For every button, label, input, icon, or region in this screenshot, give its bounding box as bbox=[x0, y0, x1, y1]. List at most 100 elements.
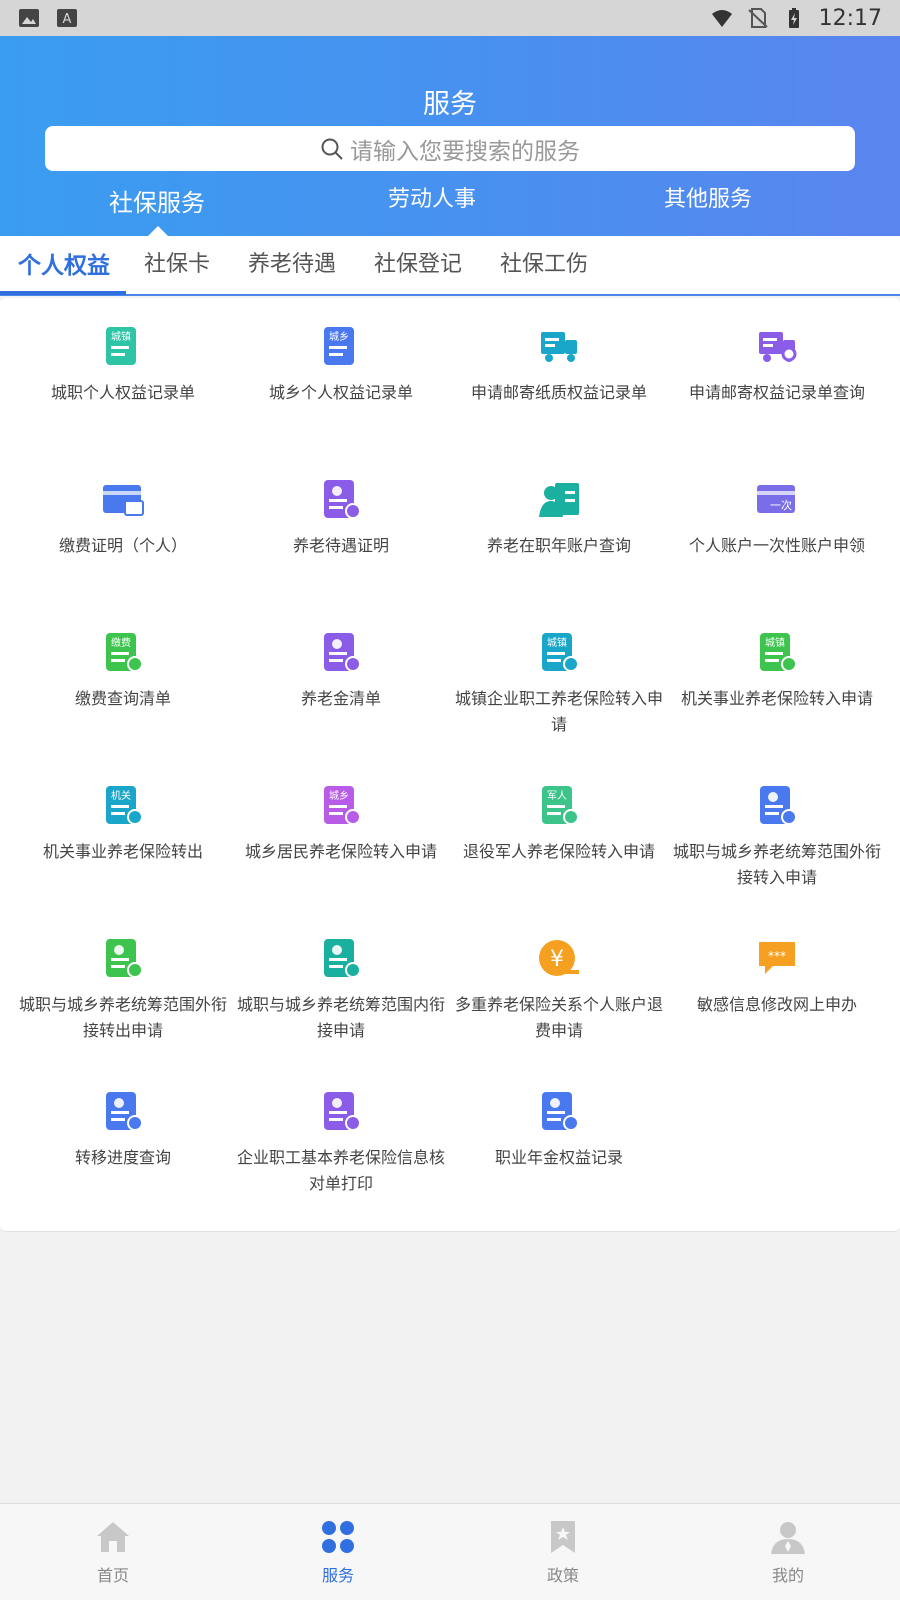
subtab-active-underline bbox=[0, 291, 126, 295]
doc-icon: 城镇 bbox=[106, 327, 136, 365]
service-label: 申请邮寄纸质权益记录单 bbox=[470, 383, 647, 402]
clock-doc-icon bbox=[106, 1092, 143, 1131]
no-sim-icon bbox=[747, 8, 768, 28]
service-item[interactable]: 城职与城乡养老统筹范围内衔接申请 bbox=[232, 920, 450, 1073]
nav-policy-label: 政策 bbox=[546, 1566, 579, 1585]
nav-home[interactable]: 首页 bbox=[53, 1518, 173, 1586]
nav-services-label: 服务 bbox=[321, 1566, 354, 1585]
service-label: 多重养老保险关系个人账户退费申请 bbox=[454, 995, 663, 1040]
image-icon bbox=[19, 9, 39, 27]
nav-home-label: 首页 bbox=[96, 1566, 129, 1585]
service-label: 城乡居民养老保险转入申请 bbox=[244, 842, 437, 861]
subtab-personal-rights[interactable]: 个人权益 bbox=[18, 246, 110, 280]
svg-text:城镇: 城镇 bbox=[547, 636, 567, 649]
truck-icon bbox=[541, 332, 577, 362]
service-item[interactable]: 缴费证明（个人） bbox=[14, 461, 232, 614]
svg-text:一次: 一次 bbox=[770, 498, 792, 512]
edit-doc-icon bbox=[324, 939, 361, 978]
search-icon bbox=[321, 138, 343, 160]
service-label: 城镇企业职工养老保险转入申请 bbox=[454, 689, 663, 734]
service-label: 城乡个人权益记录单 bbox=[268, 383, 413, 402]
truck-search-icon bbox=[759, 332, 797, 362]
search-doc-icon bbox=[542, 1092, 579, 1131]
bottom-nav: 首页 服务 政策 我的 bbox=[0, 1503, 900, 1600]
status-bar: A 12:17 bbox=[0, 0, 900, 36]
service-label: 敏感信息修改网上申办 bbox=[696, 995, 857, 1014]
nav-profile-label: 我的 bbox=[771, 1566, 804, 1585]
service-label: 城职与城乡养老统筹范围外衔接转出申请 bbox=[18, 995, 227, 1040]
svg-text:军人: 军人 bbox=[547, 790, 567, 802]
service-item[interactable]: 城职与城乡养老统筹范围外衔接转出申请 bbox=[14, 920, 232, 1073]
svg-text:***: *** bbox=[768, 949, 786, 963]
service-item[interactable]: 职业年金权益记录 bbox=[450, 1073, 668, 1226]
pension-print-icon bbox=[324, 480, 361, 519]
font-icon: A bbox=[57, 9, 77, 27]
doc-icon: 城乡 bbox=[324, 327, 354, 365]
service-label: 缴费证明（个人） bbox=[58, 536, 187, 555]
service-item[interactable]: ¥ 多重养老保险关系个人账户退费申请 bbox=[450, 920, 668, 1073]
service-item[interactable]: 缴费 缴费查询清单 bbox=[14, 614, 232, 767]
service-item[interactable]: *** 敏感信息修改网上申办 bbox=[668, 920, 886, 1073]
services-icon bbox=[322, 1521, 354, 1553]
service-label: 城职与城乡养老统筹范围外衔接转入申请 bbox=[672, 842, 881, 887]
service-item[interactable]: 养老金清单 bbox=[232, 614, 450, 767]
nav-services[interactable]: 服务 bbox=[278, 1518, 398, 1586]
service-item[interactable]: 一次个人账户一次性账户申领 bbox=[668, 461, 886, 614]
svg-text:¥: ¥ bbox=[550, 947, 564, 972]
service-label: 机关事业养老保险转入申请 bbox=[680, 689, 873, 708]
services-grid: 城镇 城职个人权益记录单 城乡 城乡个人权益记录单 申请邮寄纸质权益记录单 申请邮寄权益记… bbox=[14, 308, 886, 1226]
service-label: 养老金清单 bbox=[300, 689, 381, 708]
cycle-in-icon bbox=[760, 786, 797, 825]
svg-text:A: A bbox=[63, 12, 72, 27]
service-item[interactable]: 城镇城镇企业职工养老保险转入申请 bbox=[450, 614, 668, 767]
status-time: 12:17 bbox=[818, 5, 882, 31]
services-card: 城镇 城职个人权益记录单 城乡 城乡个人权益记录单 申请邮寄纸质权益记录单 申请邮寄权益记… bbox=[0, 298, 900, 1232]
service-item[interactable]: 养老待遇证明 bbox=[232, 461, 450, 614]
worker-icon bbox=[539, 483, 579, 517]
service-item[interactable]: 机关 机关事业养老保险转出 bbox=[14, 767, 232, 920]
nav-policy[interactable]: 政策 bbox=[503, 1518, 623, 1586]
service-label: 个人账户一次性账户申领 bbox=[688, 536, 865, 555]
service-item[interactable]: 城镇 机关事业养老保险转入申请 bbox=[668, 614, 886, 767]
svg-text:城乡: 城乡 bbox=[329, 331, 349, 343]
service-item[interactable]: 申请邮寄权益记录单查询 bbox=[668, 308, 886, 461]
service-label: 养老在职年账户查询 bbox=[486, 536, 631, 555]
service-label: 缴费查询清单 bbox=[74, 689, 171, 708]
service-item[interactable]: 转移进度查询 bbox=[14, 1073, 232, 1226]
svg-text:机关: 机关 bbox=[111, 789, 131, 802]
sub-tabs: 个人权益 社保卡 养老待遇 社保登记 社保工伤 bbox=[0, 236, 900, 296]
subtab-ss-card[interactable]: 社保卡 bbox=[144, 246, 210, 278]
transfer-in-icon: 城镇 bbox=[542, 633, 579, 672]
subtab-injury[interactable]: 社保工伤 bbox=[500, 246, 588, 278]
tab-social-security[interactable]: 社保服务 bbox=[37, 183, 277, 218]
home-icon bbox=[97, 1522, 129, 1552]
service-label: 养老待遇证明 bbox=[292, 536, 389, 555]
service-item[interactable]: 城职与城乡养老统筹范围外衔接转入申请 bbox=[668, 767, 886, 920]
service-label: 城职与城乡养老统筹范围内衔接申请 bbox=[236, 995, 445, 1040]
cycle-out-icon bbox=[106, 939, 143, 978]
svg-text:城镇: 城镇 bbox=[111, 330, 131, 343]
service-item[interactable]: 城乡城乡居民养老保险转入申请 bbox=[232, 767, 450, 920]
service-item[interactable]: 军人退役军人养老保险转入申请 bbox=[450, 767, 668, 920]
tab-other-services[interactable]: 其他服务 bbox=[588, 181, 828, 213]
service-item[interactable]: 申请邮寄纸质权益记录单 bbox=[450, 308, 668, 461]
service-item[interactable]: 养老在职年账户查询 bbox=[450, 461, 668, 614]
service-item[interactable]: 企业职工基本养老保险信息核对单打印 bbox=[232, 1073, 450, 1226]
check-doc-icon bbox=[324, 1092, 361, 1131]
service-label: 申请邮寄权益记录单查询 bbox=[688, 383, 865, 402]
search-input[interactable]: 请输入您要搜索的服务 bbox=[45, 126, 855, 171]
search-placeholder: 请输入您要搜索的服务 bbox=[350, 138, 580, 165]
service-label: 退役军人养老保险转入申请 bbox=[462, 842, 655, 861]
top-tabs: 社保服务 劳动人事 其他服务 bbox=[0, 181, 900, 236]
pension-print-icon bbox=[324, 633, 361, 672]
once-card-icon: 一次 bbox=[757, 485, 795, 513]
subtab-pension[interactable]: 养老待遇 bbox=[248, 246, 336, 278]
subtab-registration[interactable]: 社保登记 bbox=[374, 246, 462, 278]
svg-text:缴费: 缴费 bbox=[111, 636, 131, 649]
service-item[interactable]: 城镇 城职个人权益记录单 bbox=[14, 308, 232, 461]
service-item[interactable]: 城乡城乡个人权益记录单 bbox=[232, 308, 450, 461]
card-print-icon bbox=[103, 485, 144, 516]
transfer-in-icon: 城乡 bbox=[324, 786, 361, 825]
tab-labor-hr[interactable]: 劳动人事 bbox=[312, 181, 552, 213]
nav-profile[interactable]: 我的 bbox=[728, 1518, 848, 1586]
